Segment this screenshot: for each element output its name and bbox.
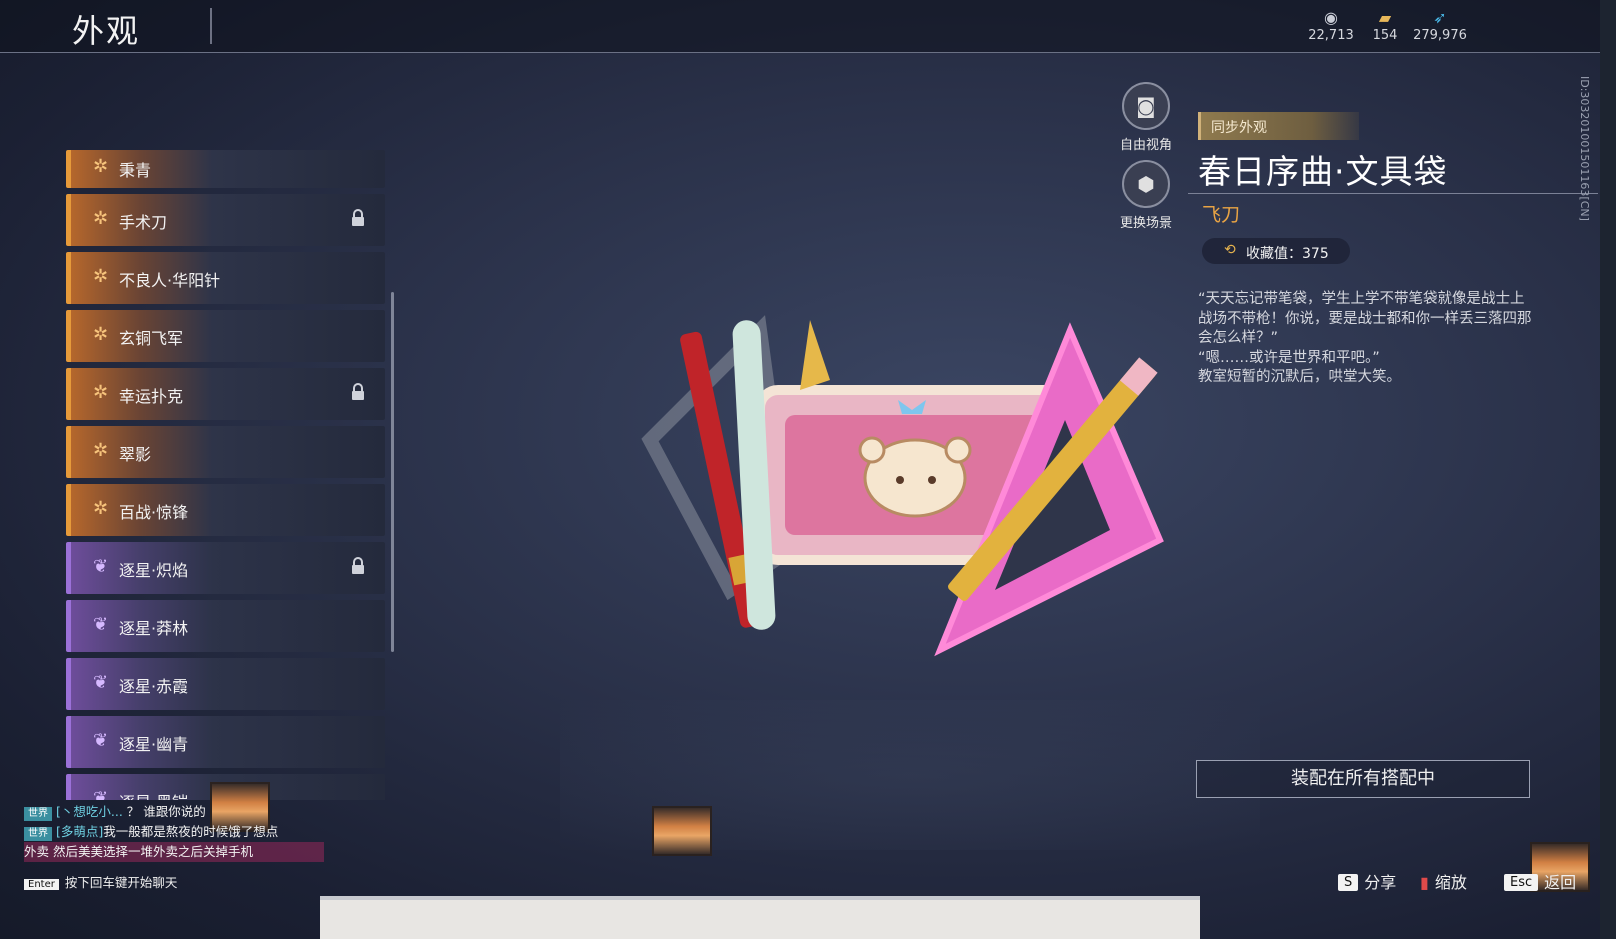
item-name: 春日序曲·文具袋	[1198, 152, 1448, 191]
list-item[interactable]: ❦ 逐星·莽林	[66, 600, 385, 652]
list-item[interactable]: ✲ 不良人·华阳针	[66, 252, 385, 304]
lock-icon	[352, 557, 364, 574]
currency-value: 279,976	[1413, 28, 1467, 43]
purple-tier-icon: ❦	[93, 556, 109, 577]
list-item[interactable]: ✲ 百战·惊锋	[66, 484, 385, 536]
bottom-strip	[320, 900, 1200, 939]
chat-message: 外卖 然后美美选择一堆外卖之后关掉手机	[24, 842, 324, 862]
list-item-label: 逐星·莽林	[119, 619, 189, 638]
collection-value-badge: ⟲ 收藏值：375	[1202, 238, 1350, 264]
chat-text: ？ 谁跟你说的	[126, 804, 206, 819]
list-item[interactable]: ✲ 秉青	[66, 150, 385, 188]
gold-tier-icon: ✲	[93, 498, 109, 519]
list-item[interactable]: ✲ 翠影	[66, 426, 385, 478]
gold-tier-icon: ✲	[93, 324, 109, 345]
chat-text: 我一般都是熬夜的时候饿了想点	[103, 824, 279, 839]
chat-channel-tag: 世界	[24, 807, 52, 821]
right-edge-strip	[1600, 0, 1616, 939]
share-key: S	[1338, 874, 1359, 891]
chat-user[interactable]: [丶想吃小...	[56, 804, 123, 819]
item-type: 飞刀	[1202, 204, 1241, 226]
chat-channel-tag: 世界	[24, 827, 52, 841]
free-view-button[interactable]: ◙ 自由视角	[1106, 82, 1186, 153]
gold-tier-icon: ✲	[93, 156, 109, 177]
share-hint[interactable]: S 分享	[1338, 869, 1396, 893]
list-item[interactable]: ✲ 幸运扑克	[66, 368, 385, 420]
list-item-label: 秉青	[119, 161, 152, 180]
back-label: 返回	[1544, 873, 1577, 892]
list-item-label: 翠影	[119, 445, 152, 464]
list-item-label: 玄铜飞军	[119, 329, 184, 348]
chat-panel[interactable]: 世界 [丶想吃小... ？ 谁跟你说的 世界 [多萌点]我一般都是熬夜的时候饿了想点…	[24, 802, 324, 891]
share-label: 分享	[1364, 873, 1397, 892]
purple-tier-icon: ❦	[93, 614, 109, 635]
lock-icon	[352, 209, 364, 226]
gold-tier-icon: ✲	[93, 266, 109, 287]
enter-hint-text: 按下回车键开始聊天	[64, 875, 178, 890]
list-item-label: 逐星·幽青	[119, 735, 189, 754]
item-id: ID:303201001501163[CN]	[1578, 76, 1591, 221]
purple-tier-icon: ❦	[93, 672, 109, 693]
lantern-decoration	[652, 806, 712, 856]
title-divider	[210, 8, 212, 44]
item-description: “天天忘记带笔袋，学生上学不带笔袋就像是战士上战场不带枪！你说，要是战士都和你一…	[1198, 290, 1538, 388]
currency-value: 154	[1372, 28, 1398, 43]
list-item-label: 逐星·黑铠	[119, 789, 188, 800]
description-line: “天天忘记带笔袋，学生上学不带笔袋就像是战士上战场不带枪！你说，要是战士都和你一…	[1198, 291, 1532, 346]
list-item-label: 逐星·炽焰	[119, 561, 189, 580]
list-item[interactable]: ❦ 逐星·炽焰	[66, 542, 385, 594]
list-item-label: 手术刀	[119, 213, 168, 232]
list-item-label: 百战·惊锋	[119, 503, 189, 522]
collection-icon: ⟲	[1224, 242, 1236, 258]
description-line: “嗯……或许是世界和平吧。”	[1198, 349, 1380, 366]
change-scene-label: 更换场景	[1119, 216, 1172, 231]
zoom-label: 缩放	[1434, 873, 1467, 892]
list-item[interactable]: ✲ 玄铜飞军	[66, 310, 385, 362]
currency-feather[interactable]: ➶ 279,976	[1405, 8, 1475, 43]
name-divider	[1188, 193, 1598, 194]
collection-value: 收藏值：375	[1246, 246, 1329, 262]
list-item-label: 逐星·赤霞	[119, 677, 189, 696]
cube-icon: ⬢	[1122, 160, 1170, 208]
free-view-label: 自由视角	[1119, 138, 1172, 153]
gold-tier-icon: ✲	[93, 440, 109, 461]
page-title: 外观	[72, 12, 141, 50]
sync-tag-label: 同步外观	[1211, 120, 1267, 136]
top-divider	[0, 52, 1600, 53]
zoom-hint[interactable]: ▮ 缩放	[1420, 869, 1467, 893]
purple-tier-icon: ❦	[93, 788, 109, 800]
purple-tier-icon: ❦	[93, 730, 109, 751]
gold-tier-icon: ✲	[93, 382, 109, 403]
description-line: 教室短暂的沉默后，哄堂大笑。	[1198, 369, 1401, 385]
back-hint[interactable]: Esc 返回	[1504, 869, 1576, 893]
chat-text: 外卖 然后美美选择一堆外卖之后关掉手机	[24, 844, 253, 859]
sync-appearance-tag[interactable]: 同步外观	[1198, 112, 1359, 140]
chat-message: 世界 [多萌点]我一般都是熬夜的时候饿了想点	[24, 822, 324, 842]
chat-enter-hint[interactable]: Enter 按下回车键开始聊天	[24, 872, 324, 891]
currency-value: 22,713	[1308, 28, 1354, 43]
camera-icon: ◙	[1122, 82, 1170, 130]
lock-icon	[352, 383, 364, 400]
equip-all-button[interactable]: 装配在所有搭配中	[1196, 760, 1530, 798]
mouse-icon: ▮	[1420, 873, 1429, 892]
list-item[interactable]: ✲ 手术刀	[66, 194, 385, 246]
enter-key: Enter	[24, 879, 59, 890]
list-item-label: 幸运扑克	[119, 387, 184, 406]
feather-icon: ➶	[1433, 8, 1447, 27]
gold-tier-icon: ✲	[93, 208, 109, 229]
skin-list[interactable]: ✲ 秉青 ✲ 手术刀 ✲ 不良人·华阳针 ✲ 玄铜飞军 ✲ 幸运扑克 ✲ 翠影 …	[66, 150, 386, 800]
list-item[interactable]: ❦ 逐星·赤霞	[66, 658, 385, 710]
change-scene-button[interactable]: ⬢ 更换场景	[1106, 160, 1186, 231]
list-item-label: 不良人·华阳针	[119, 271, 221, 290]
esc-key: Esc	[1504, 874, 1539, 891]
list-scrollbar[interactable]	[391, 292, 394, 652]
list-item[interactable]: ❦ 逐星·幽青	[66, 716, 385, 768]
item-preview-model[interactable]	[640, 290, 1200, 670]
chat-message: 世界 [丶想吃小... ？ 谁跟你说的	[24, 802, 324, 822]
chat-user[interactable]: [多萌点]	[56, 824, 103, 839]
